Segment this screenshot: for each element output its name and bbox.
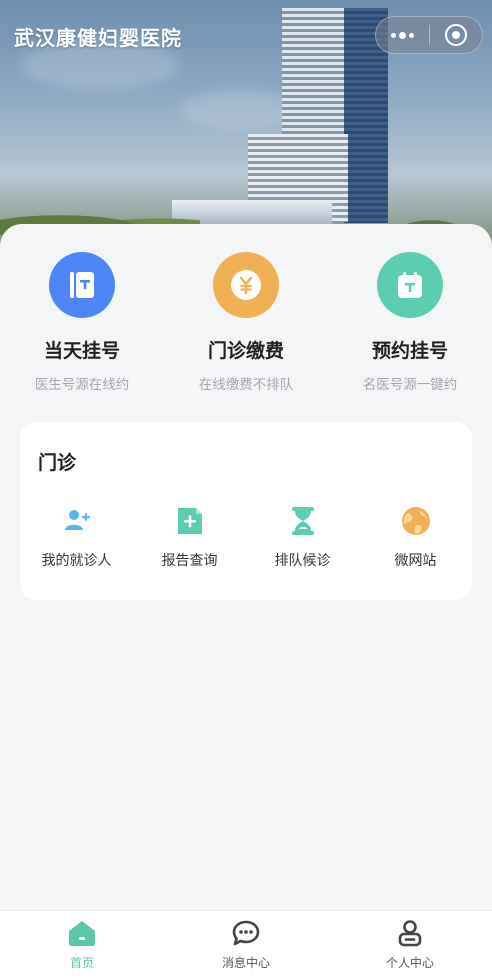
more-dots-icon (390, 31, 414, 39)
quick-services: 当天挂号 医生号源在线约 门诊缴费 在线缴费不排队 预约挂号 名医号源一键约 (0, 252, 492, 393)
target-close-icon (444, 24, 467, 46)
yuan-coin-icon (213, 252, 279, 318)
service-title: 门诊缴费 (207, 340, 284, 362)
hourglass-icon (286, 504, 320, 538)
tab-profile[interactable]: 个人中心 (328, 911, 492, 979)
more-button[interactable] (376, 16, 429, 54)
grid-item-queue[interactable]: 排队候诊 (246, 504, 359, 570)
close-button[interactable] (429, 16, 482, 54)
outpatient-grid: 我的就诊人 报告查询 排队候诊 微网站 (20, 504, 472, 570)
section-title: 门诊 (38, 452, 77, 474)
tab-label: 消息中心 (221, 956, 270, 970)
report-document-icon (173, 504, 207, 538)
add-person-icon (60, 504, 94, 538)
service-title: 当天挂号 (43, 340, 120, 362)
grid-item-report-query[interactable]: 报告查询 (133, 504, 246, 570)
grid-item-my-patients[interactable]: 我的就诊人 (20, 504, 133, 570)
page-title: 武汉康健妇婴医院 (14, 26, 182, 50)
grid-label: 报告查询 (161, 553, 218, 569)
service-subtitle: 在线缴费不排队 (198, 377, 294, 393)
bottom-tab-bar: 首页 消息中心 个人中心 (0, 910, 492, 979)
service-outpatient-payment[interactable]: 门诊缴费 在线缴费不排队 (164, 252, 328, 393)
tab-messages[interactable]: 消息中心 (164, 911, 328, 979)
grid-item-microsite[interactable]: 微网站 (359, 504, 472, 570)
calendar-icon (377, 252, 443, 318)
tab-label: 个人中心 (385, 956, 434, 970)
message-bubble-icon (231, 919, 261, 951)
service-same-day-register[interactable]: 当天挂号 医生号源在线约 (0, 252, 164, 393)
globe-icon (399, 504, 433, 538)
service-appointment-register[interactable]: 预约挂号 名医号源一键约 (328, 252, 492, 393)
service-subtitle: 医生号源在线约 (34, 377, 130, 393)
outpatient-card: 门诊 我的就诊人 报告查询 排队候诊 微网站 (20, 422, 472, 600)
grid-label: 微网站 (394, 553, 437, 569)
tab-label: 首页 (69, 956, 94, 970)
home-icon (67, 919, 97, 951)
main-content: 当天挂号 医生号源在线约 门诊缴费 在线缴费不排队 预约挂号 名医号源一键约 门… (0, 224, 492, 914)
register-book-icon (49, 252, 115, 318)
tab-home[interactable]: 首页 (0, 911, 164, 979)
service-title: 预约挂号 (371, 340, 448, 362)
grid-label: 我的就诊人 (41, 553, 112, 569)
user-profile-icon (395, 919, 425, 951)
miniprogram-capsule (375, 16, 483, 54)
grid-label: 排队候诊 (274, 553, 331, 569)
service-subtitle: 名医号源一键约 (362, 377, 458, 393)
